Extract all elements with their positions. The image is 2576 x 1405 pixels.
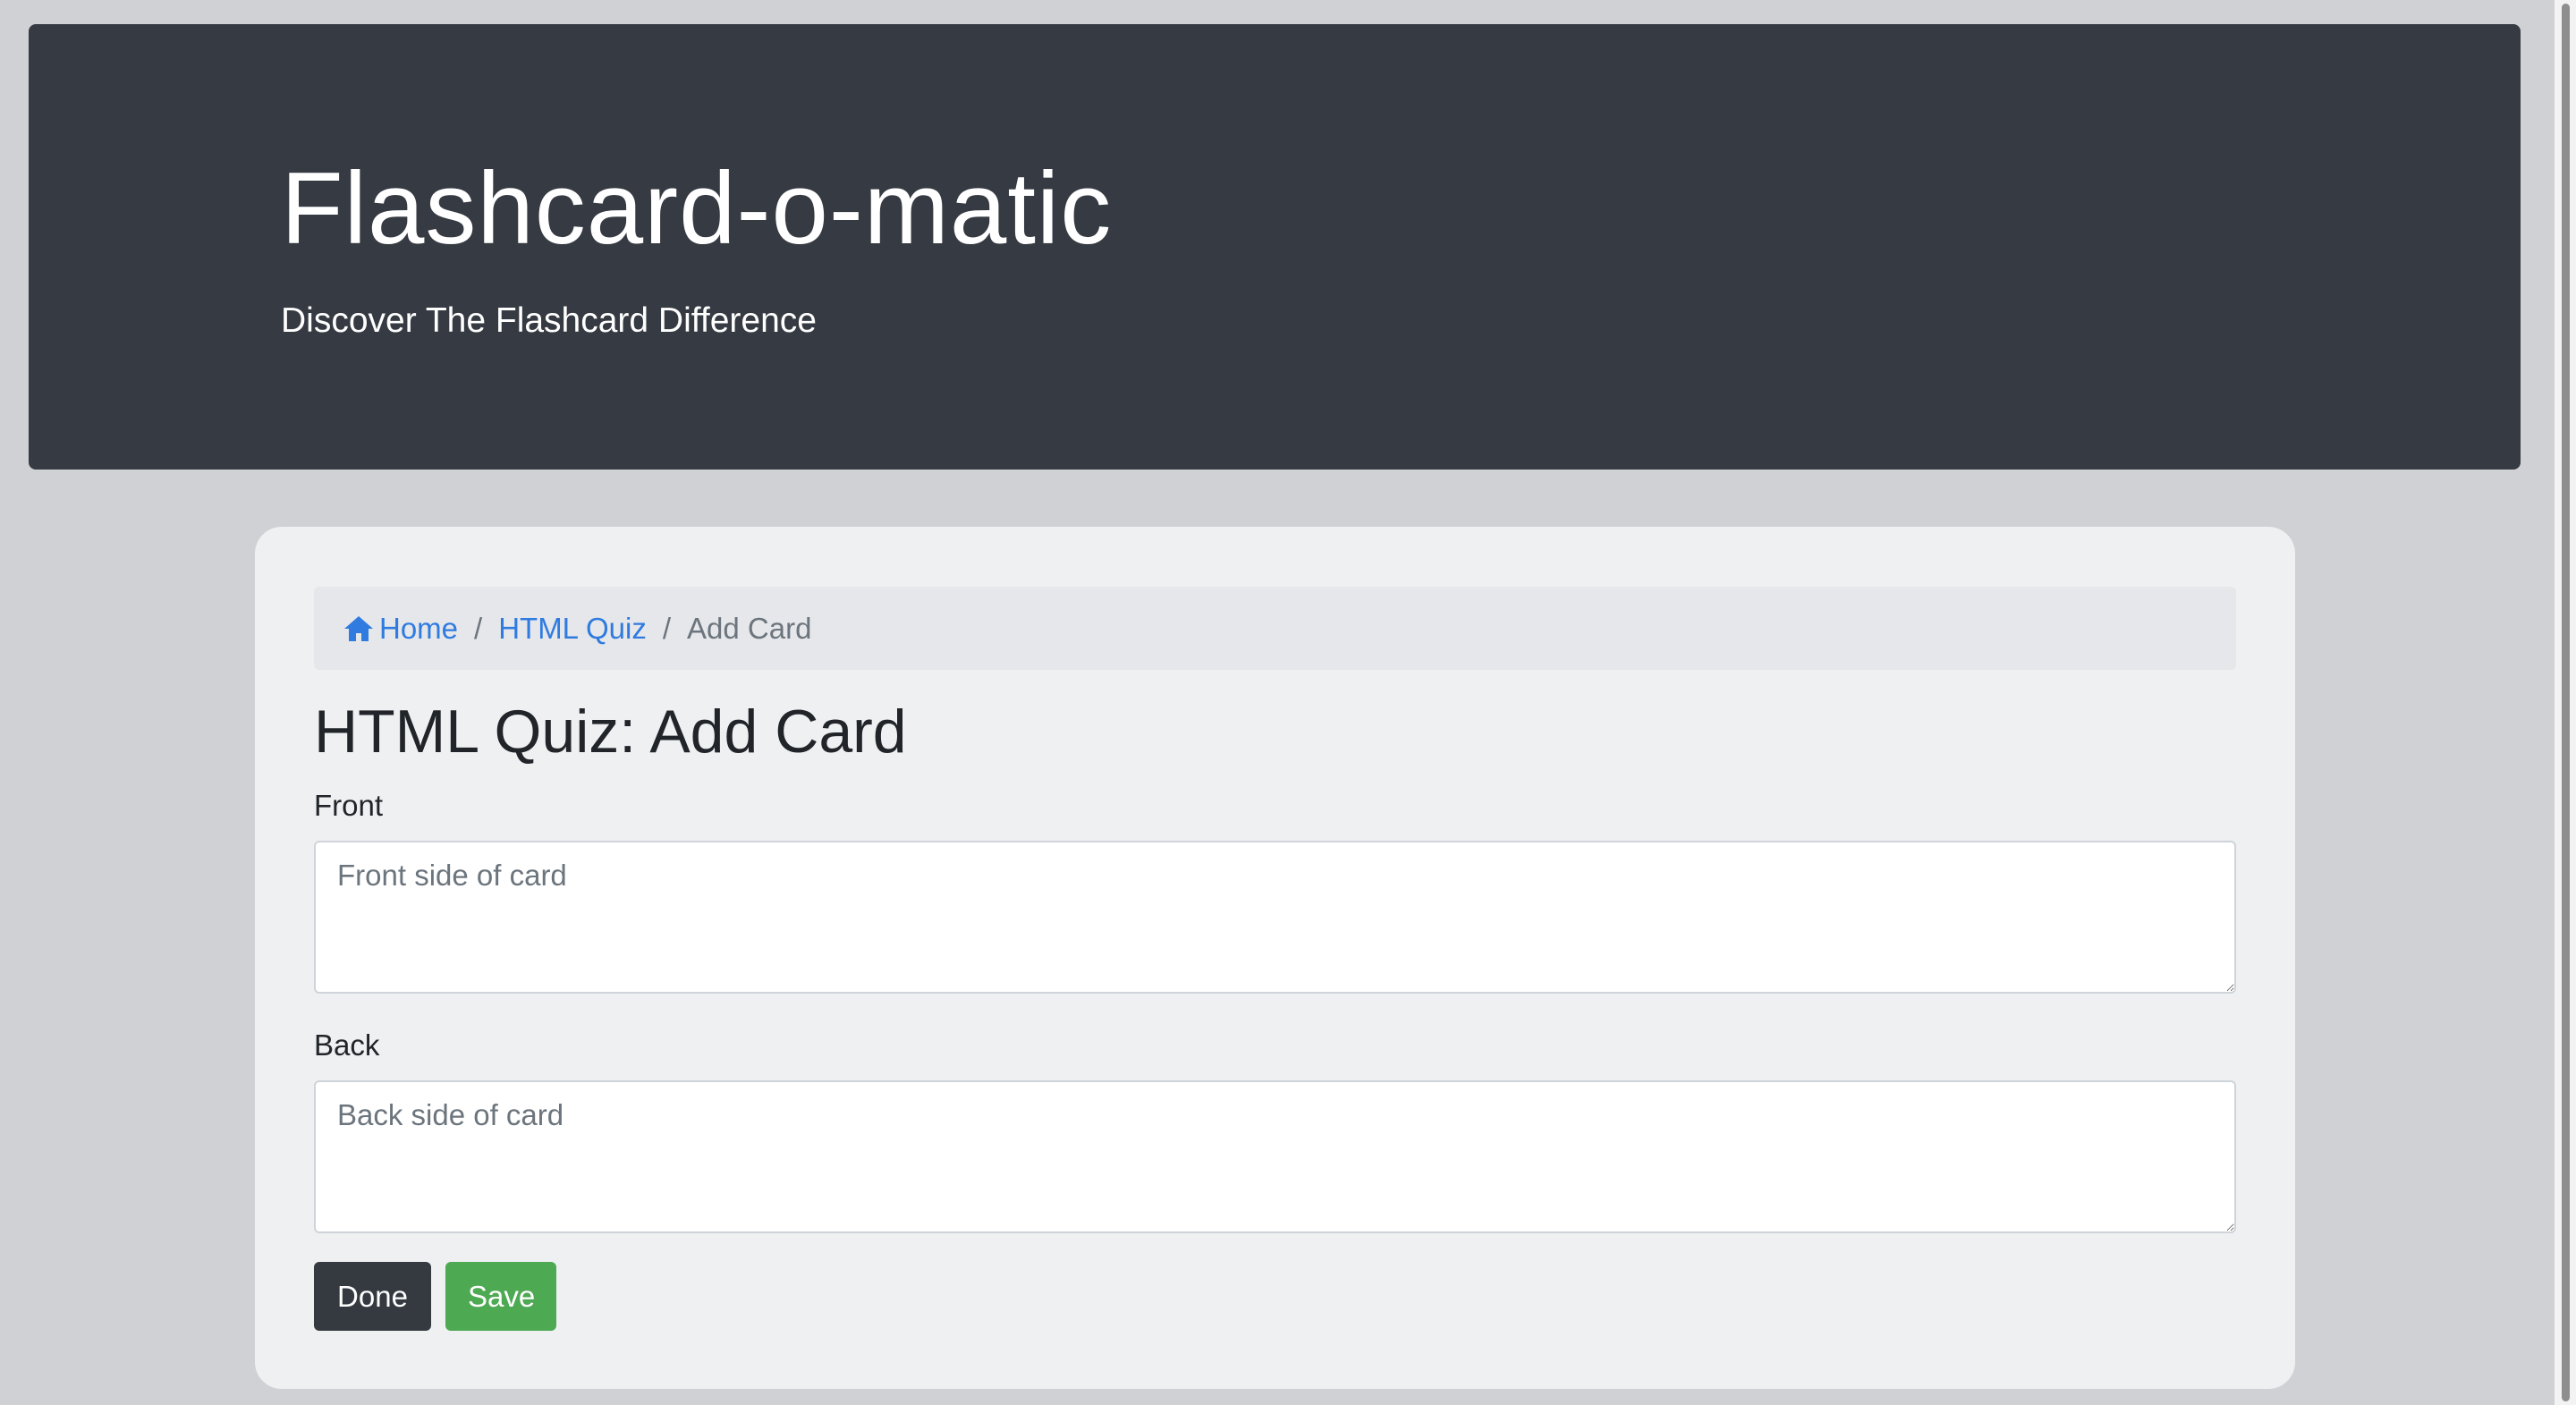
header-banner: Flashcard-o-matic Discover The Flashcard… [29, 24, 2521, 470]
save-button[interactable]: Save [445, 1262, 556, 1331]
scrollbar-thumb[interactable] [2562, 4, 2570, 1401]
back-textarea[interactable] [314, 1080, 2236, 1233]
site-title: Flashcard-o-matic [281, 152, 1113, 266]
done-button[interactable]: Done [314, 1262, 431, 1331]
breadcrumb: Home / HTML Quiz / Add Card [314, 587, 2236, 670]
vertical-scrollbar[interactable] [2555, 0, 2576, 1405]
breadcrumb-separator: / [474, 611, 483, 645]
back-label: Back [314, 1028, 380, 1062]
breadcrumb-separator: / [662, 611, 672, 645]
breadcrumb-home-link[interactable]: Home [343, 612, 458, 646]
page-title: HTML Quiz: Add Card [314, 698, 907, 766]
add-card-panel: Home / HTML Quiz / Add Card HTML Quiz: A… [255, 527, 2295, 1389]
breadcrumb-home-label: Home [379, 611, 459, 645]
site-subtitle: Discover The Flashcard Difference [281, 301, 817, 340]
breadcrumb-current: Add Card [687, 611, 812, 645]
breadcrumb-deck-link[interactable]: HTML Quiz [498, 612, 647, 646]
front-textarea[interactable] [314, 841, 2236, 994]
front-label: Front [314, 789, 384, 822]
page: Flashcard-o-matic Discover The Flashcard… [0, 0, 2576, 1405]
home-icon [343, 614, 374, 643]
